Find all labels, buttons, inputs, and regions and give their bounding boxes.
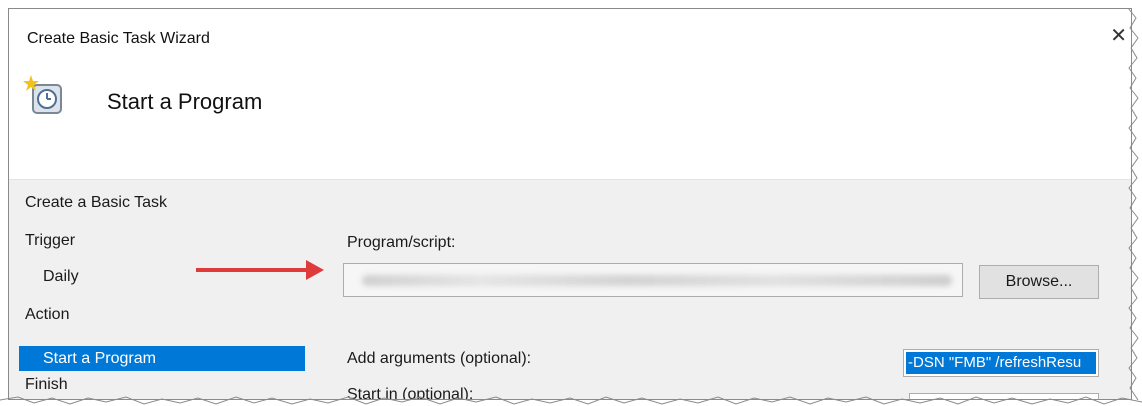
wizard-window: Create Basic Task Wizard ✕ Start a Progr… [8,8,1132,400]
arguments-selected-text: -DSN "FMB" /refreshResu [906,352,1096,374]
arguments-label: Add arguments (optional): [347,350,532,367]
sidebar-item-action[interactable]: Action [25,306,69,324]
torn-edge-bottom [0,396,1142,405]
sidebar-item-start-program[interactable]: Start a Program [19,346,305,371]
page-title: Start a Program [107,89,263,114]
browse-button[interactable]: Browse... [979,265,1099,299]
annotation-arrow-line [196,268,306,272]
window-title: Create Basic Task Wizard [27,30,210,47]
sidebar-item-finish[interactable]: Finish [25,376,68,394]
sidebar-title: Create a Basic Task [25,194,167,211]
task-clock-icon [21,73,67,119]
sidebar-item-daily[interactable]: Daily [43,268,79,286]
close-icon[interactable]: ✕ [1110,23,1127,48]
arguments-input[interactable]: -DSN "FMB" /refreshResu [903,349,1099,377]
program-script-label: Program/script: [347,234,456,251]
program-script-input[interactable] [343,263,963,297]
annotation-arrow-head [306,260,324,280]
blurred-program-path [362,275,952,286]
sidebar-item-trigger[interactable]: Trigger [25,232,75,250]
torn-edge-right [1127,8,1139,400]
